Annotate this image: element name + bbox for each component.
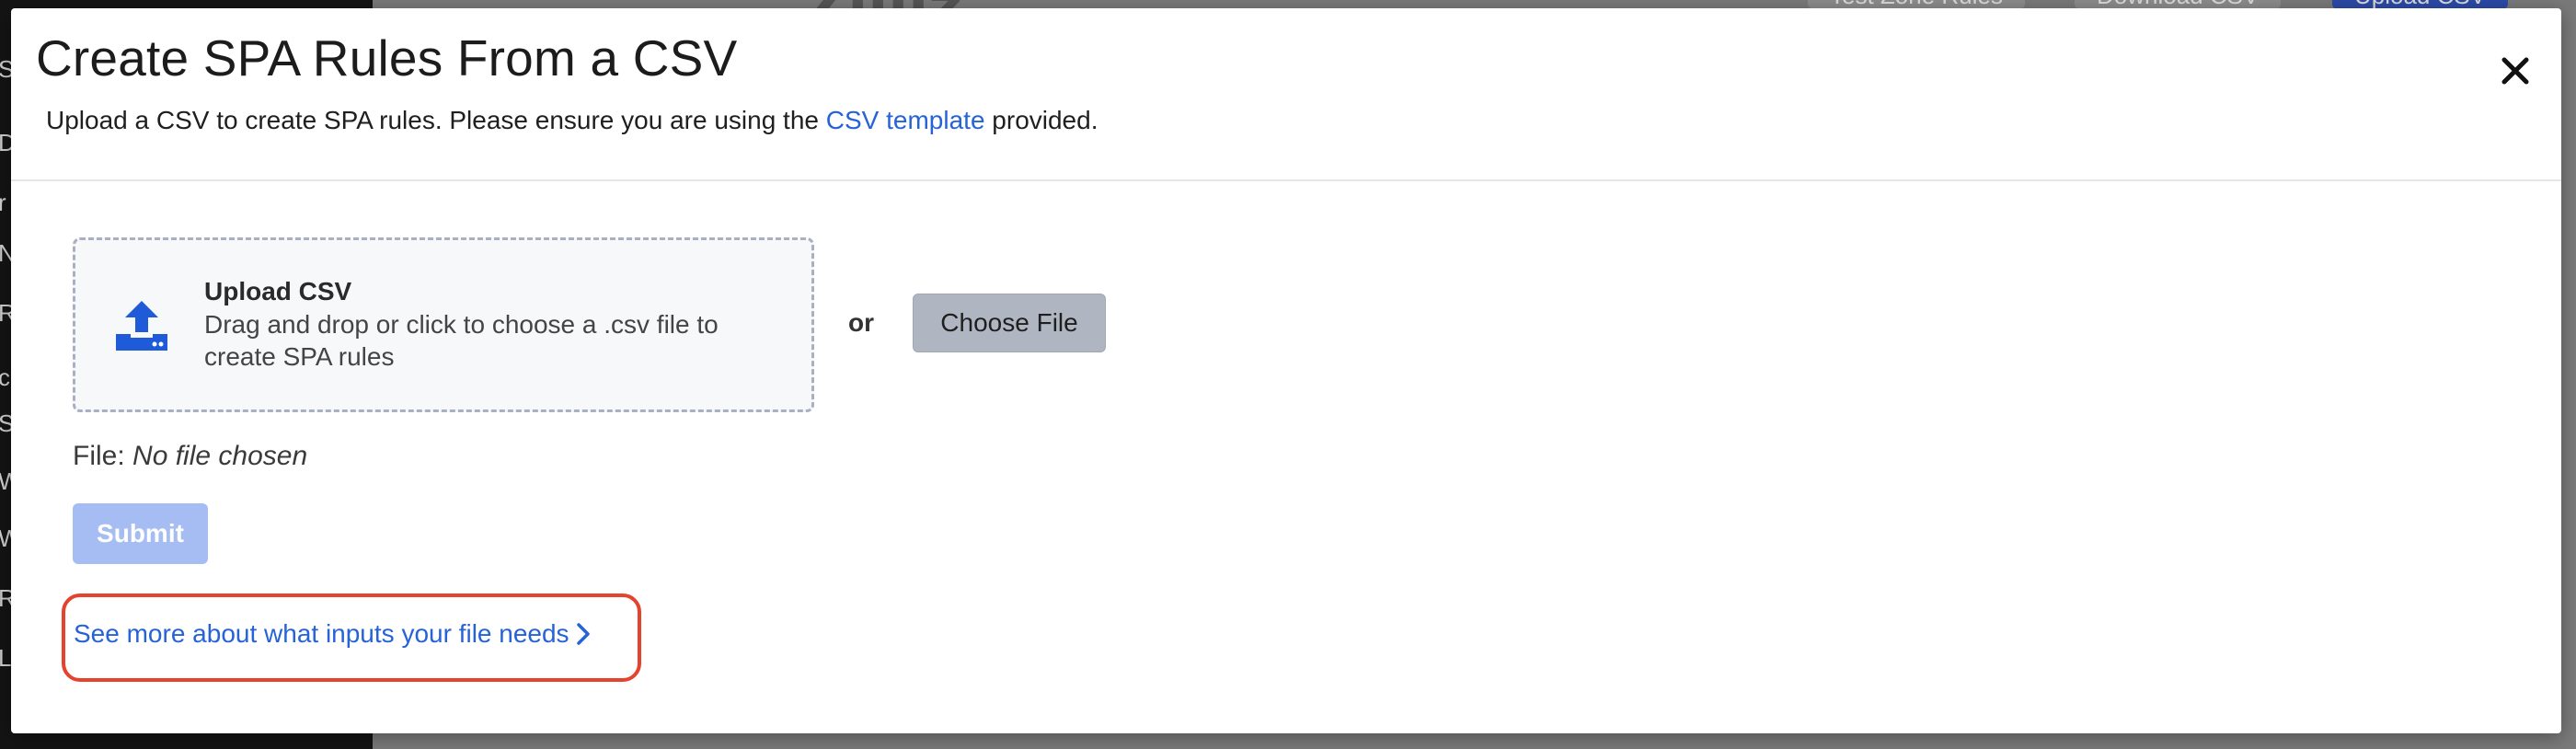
modal-title: Create SPA Rules From a CSV — [36, 29, 738, 86]
upload-tray-icon — [116, 301, 167, 351]
csv-dropzone[interactable]: Upload CSV Drag and drop or click to cho… — [73, 237, 814, 412]
create-spa-rules-modal: Create SPA Rules From a CSV Upload a CSV… — [11, 8, 2561, 733]
or-label: or — [848, 308, 874, 337]
description-suffix: provided. — [992, 106, 1098, 134]
submit-button[interactable]: Submit — [73, 503, 208, 564]
dropzone-text: Drag and drop or click to choose a .csv … — [204, 310, 719, 371]
bg-letter: r — [0, 189, 6, 216]
file-label: File: — [73, 441, 125, 471]
chevron-right-icon — [576, 623, 590, 645]
csv-template-link[interactable]: CSV template — [826, 106, 985, 134]
modal-description: Upload a CSV to create SPA rules. Please… — [46, 106, 1098, 135]
dropzone-title: Upload CSV — [204, 277, 352, 305]
description-text: Upload a CSV to create SPA rules. Please… — [46, 106, 819, 134]
close-icon — [2501, 57, 2529, 85]
more-link-label: See more about what inputs your file nee… — [74, 619, 569, 648]
bg-letter: c — [0, 363, 10, 391]
choose-file-button[interactable]: Choose File — [913, 294, 1106, 352]
file-value: No file chosen — [132, 441, 308, 471]
header-divider — [11, 179, 2561, 181]
bg-letter: L — [0, 644, 12, 672]
file-status: File: No file chosen — [73, 441, 307, 472]
file-inputs-info-link[interactable]: See more about what inputs your file nee… — [74, 619, 592, 649]
close-button[interactable] — [2495, 51, 2536, 91]
